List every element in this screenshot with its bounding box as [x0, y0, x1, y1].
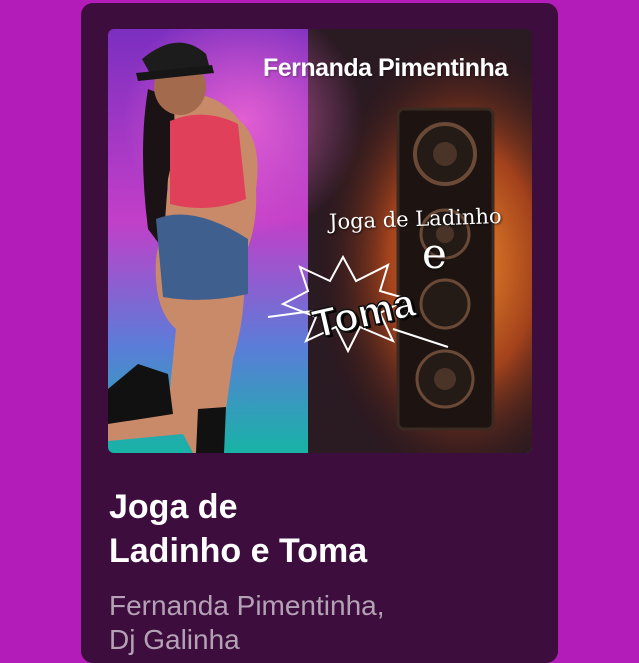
track-card[interactable]: Fernanda Pimentinha Joga de Ladinho e To… — [81, 3, 558, 663]
track-artists-line-1[interactable]: Fernanda Pimentinha, — [109, 590, 385, 621]
track-title-line-2: Ladinho e Toma — [109, 532, 368, 570]
cover-artist-text: Fernanda Pimentinha — [263, 54, 508, 82]
track-title: Joga de Ladinho e Toma — [109, 485, 529, 573]
cover-e-text: e — [422, 229, 447, 278]
track-title-line-1: Joga de — [109, 488, 238, 526]
track-artists[interactable]: Fernanda Pimentinha, Dj Galinha — [109, 589, 529, 657]
album-cover[interactable]: Fernanda Pimentinha Joga de Ladinho e To… — [108, 29, 532, 453]
album-cover-artwork — [108, 29, 532, 453]
